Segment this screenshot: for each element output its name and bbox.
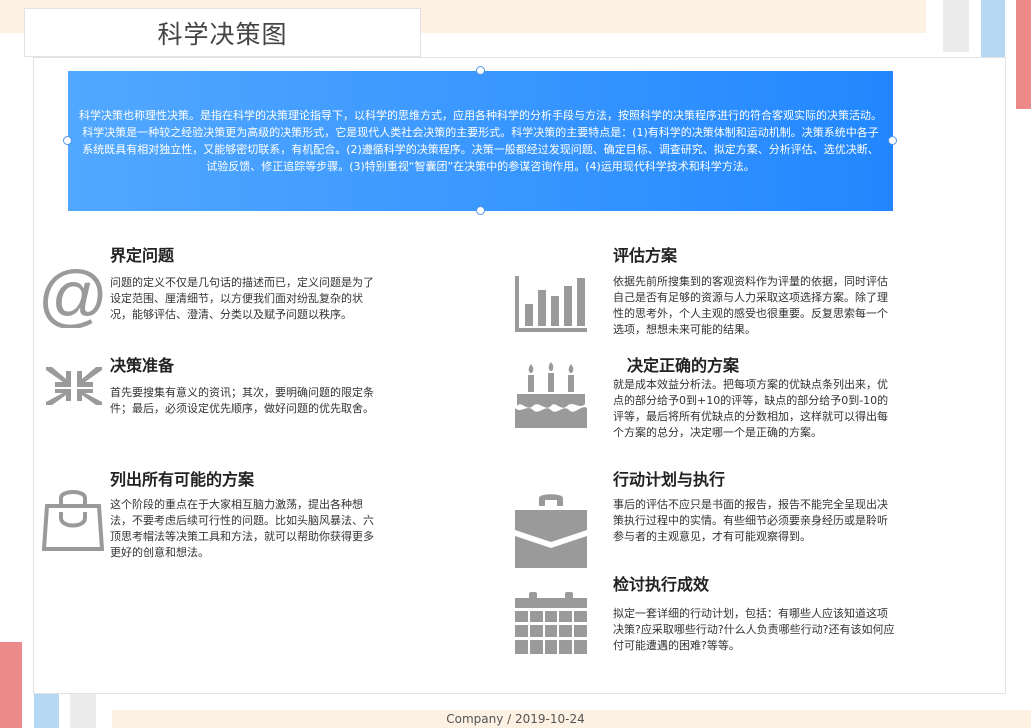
decor-bar	[1016, 0, 1031, 109]
step-text: 首先要搜集有意义的资讯；其次，要明确问题的限定条件；最后，必须设定优先顺序，做好…	[110, 386, 374, 415]
calendar-icon	[513, 592, 589, 656]
step-title: 决策准备	[110, 356, 175, 375]
footer-text: Company / 2019-10-24	[446, 712, 585, 726]
intro-text-box[interactable]: 科学决策也称理性决策。是指在科学的决策理论指导下，以科学的思维方式，应用各种科学…	[68, 71, 893, 211]
page-title: 科学决策图	[157, 19, 288, 49]
step-title: 行动计划与执行	[613, 470, 726, 489]
intro-text: 科学决策也称理性决策。是指在科学的决策理论指导下，以科学的思维方式，应用各种科学…	[79, 109, 882, 173]
bar-chart-icon	[513, 274, 589, 334]
step-title: 界定问题	[110, 246, 175, 265]
compress-arrows-icon	[43, 365, 105, 407]
svg-text:@: @	[42, 266, 104, 328]
briefcase-icon	[513, 490, 589, 570]
resize-handle-bottom[interactable]	[476, 206, 485, 215]
step-title: 决定正确的方案	[627, 356, 740, 375]
resize-handle-top[interactable]	[476, 66, 485, 75]
step-title: 列出所有可能的方案	[110, 470, 255, 489]
step-text: 就是成本效益分析法。把每项方案的优缺点条列出来，优点的部分给予0到+10的评等，…	[613, 378, 889, 439]
at-sign-icon: @	[42, 266, 104, 328]
step-text: 拟定一套详细的行动计划，包括：有哪些人应该知道这项决策?应采取哪些行动?什么人负…	[613, 607, 895, 652]
shopping-bag-icon	[42, 486, 104, 552]
step-title: 评估方案	[613, 246, 678, 265]
step-title: 检讨执行成效	[613, 575, 710, 594]
decor-bar	[943, 0, 969, 52]
resize-handle-right[interactable]	[888, 136, 897, 145]
step-text: 依据先前所搜集到的客观资料作为评量的依据，同时评估自己是否有足够的资源与人力采取…	[613, 275, 888, 336]
step-text: 问题的定义不仅是几句话的描述而已，定义问题是为了设定范围、厘清细节，以方便我们面…	[110, 276, 374, 321]
step-text: 事后的评估不应只是书面的报告，报告不能完全呈现出决策执行过程中的实情。有些细节必…	[613, 498, 888, 543]
title-box[interactable]: 科学决策图	[24, 8, 421, 57]
step-text: 这个阶段的重点在于大家相互脑力激荡，提出各种想法，不要考虑后续可行性的问题。比如…	[110, 498, 374, 559]
birthday-cake-icon	[513, 360, 589, 430]
resize-handle-left[interactable]	[63, 136, 72, 145]
